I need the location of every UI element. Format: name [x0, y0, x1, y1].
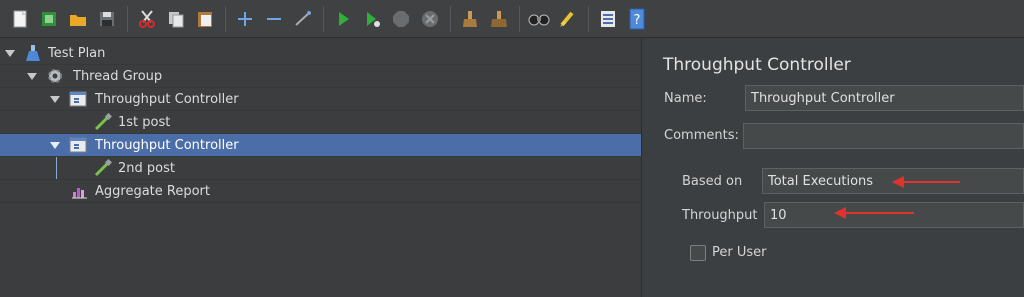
toolbar-separator: [225, 5, 226, 32]
toolbar-separator: [323, 5, 324, 32]
new-icon[interactable]: [6, 5, 34, 33]
paste-icon[interactable]: [191, 5, 219, 33]
tree-item-label: 1st post: [118, 114, 171, 130]
name-label: Name:: [664, 91, 707, 106]
shutdown-icon[interactable]: [416, 5, 444, 33]
tree-item-throughput-controller[interactable]: Throughput Controller: [0, 88, 641, 111]
name-field[interactable]: Throughput Controller: [745, 85, 1024, 111]
clear-icon[interactable]: [456, 5, 484, 33]
clear-all-icon[interactable]: [485, 5, 513, 33]
tree-item-1st-post[interactable]: 1st post: [0, 111, 641, 134]
start-icon[interactable]: [329, 5, 357, 33]
tree-item-label: Throughput Controller: [95, 91, 239, 107]
tree-item-thread-group[interactable]: Thread Group: [0, 65, 641, 88]
test-plan-tree: Test Plan Thread Group Throughput Contro…: [0, 39, 642, 297]
per-user-label: Per User: [712, 245, 767, 260]
annotation-arrow-line: [902, 181, 960, 183]
toolbar-separator: [127, 5, 128, 32]
collapse-icon[interactable]: [260, 5, 288, 33]
tree-item-aggregate-report[interactable]: Aggregate Report: [0, 180, 641, 203]
tree-item-test-plan[interactable]: Test Plan: [0, 42, 641, 65]
start-no-pause-icon[interactable]: [358, 5, 386, 33]
throughput-field[interactable]: 10: [764, 202, 1024, 228]
flask-icon: [24, 44, 42, 62]
annotation-arrow-line: [844, 212, 914, 214]
pipette-icon: [94, 112, 113, 131]
save-icon[interactable]: [93, 5, 121, 33]
throughput-label: Throughput: [682, 208, 758, 223]
comments-label: Comments:: [664, 128, 739, 143]
per-user-checkbox[interactable]: [690, 245, 706, 261]
pipette-icon: [94, 158, 113, 177]
function-helper-icon[interactable]: [594, 5, 622, 33]
chevron-down-icon[interactable]: [27, 73, 37, 80]
controller-icon: [69, 90, 87, 108]
tree-item-label: Aggregate Report: [95, 183, 210, 199]
reset-search-icon[interactable]: [554, 5, 582, 33]
tree-item-label: Throughput Controller: [95, 137, 239, 153]
report-icon: [71, 182, 89, 200]
search-icon[interactable]: [525, 5, 553, 33]
tree-item-label: Test Plan: [48, 45, 106, 61]
toolbar-separator: [450, 5, 451, 32]
tree-item-2nd-post[interactable]: 2nd post: [0, 157, 641, 180]
cut-icon[interactable]: [133, 5, 161, 33]
open-icon[interactable]: [64, 5, 92, 33]
templates-icon[interactable]: [35, 5, 63, 33]
stop-icon[interactable]: [387, 5, 415, 33]
comments-field[interactable]: [743, 123, 1024, 149]
based-on-label: Based on: [682, 174, 743, 189]
tree-item-label: 2nd post: [118, 160, 175, 176]
toolbar-separator: [519, 5, 520, 32]
controller-icon: [69, 136, 87, 154]
gear-icon: [46, 67, 64, 85]
tree-item-throughput-controller-selected[interactable]: Throughput Controller: [0, 134, 641, 157]
chevron-down-icon[interactable]: [5, 50, 15, 57]
panel-title: Throughput Controller: [663, 55, 851, 75]
help-icon[interactable]: ?: [623, 5, 651, 33]
toggle-icon[interactable]: [289, 5, 317, 33]
chevron-down-icon[interactable]: [50, 96, 60, 103]
toolbar-separator: [588, 5, 589, 32]
expand-icon[interactable]: [231, 5, 259, 33]
tree-guide-line: [56, 157, 57, 179]
svg-text:?: ?: [634, 13, 641, 28]
toolbar: ?: [0, 0, 1024, 38]
tree-item-label: Thread Group: [73, 68, 163, 84]
chevron-down-icon[interactable]: [50, 142, 60, 149]
throughput-controller-panel: Throughput Controller Name: Throughput C…: [642, 39, 1024, 297]
copy-icon[interactable]: [162, 5, 190, 33]
